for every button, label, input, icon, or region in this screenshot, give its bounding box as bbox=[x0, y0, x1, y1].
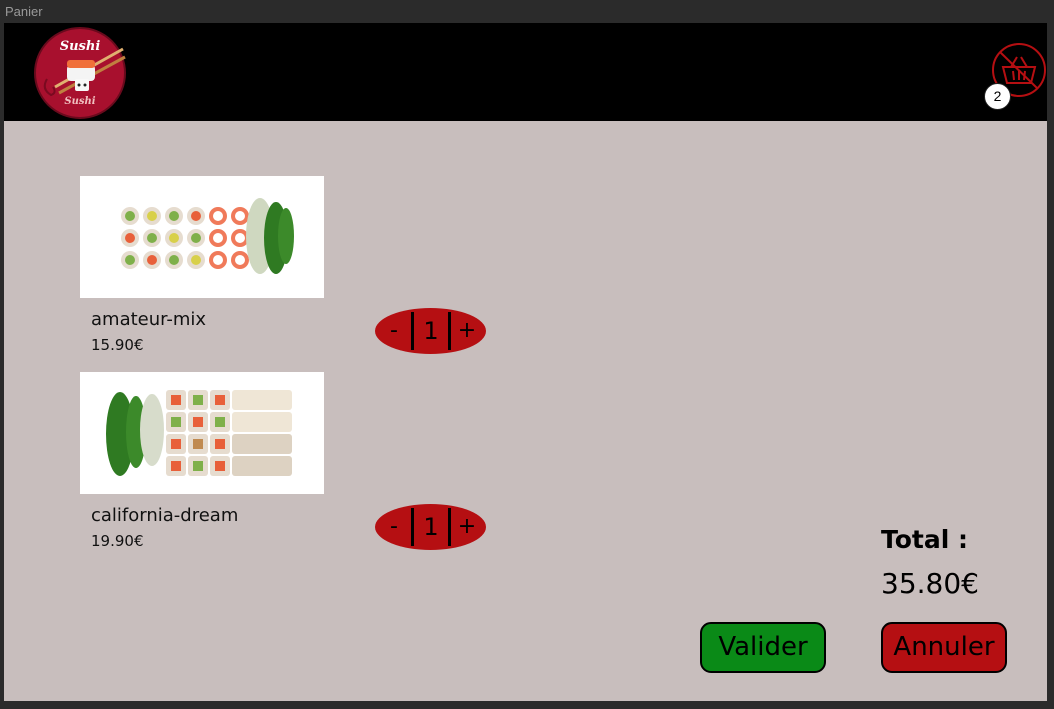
sushi-logo[interactable]: Sushi Sushi bbox=[33, 27, 127, 119]
cart-item: california-dream 19.90€ - 1 + bbox=[80, 372, 500, 562]
cart-window: Sushi Sushi 2 amateur-mix 15.90€ - 1 + c… bbox=[4, 23, 1047, 701]
quantity-stepper: - 1 + bbox=[375, 504, 486, 550]
validate-button[interactable]: Valider bbox=[700, 622, 826, 673]
quantity-value: 1 bbox=[411, 508, 451, 546]
total-label: Total : bbox=[881, 525, 968, 554]
item-price: 19.90€ bbox=[91, 532, 144, 550]
logo-title-bottom: Sushi bbox=[64, 96, 96, 107]
cancel-button[interactable]: Annuler bbox=[881, 622, 1007, 673]
item-price: 15.90€ bbox=[91, 336, 144, 354]
sushi-rolls-photo bbox=[80, 372, 324, 494]
sushi-rolls-photo bbox=[80, 176, 324, 298]
increment-button[interactable]: + bbox=[452, 510, 482, 544]
quantity-stepper: - 1 + bbox=[375, 308, 486, 354]
item-name: amateur-mix bbox=[91, 309, 207, 330]
total-value: 35.80€ bbox=[881, 567, 979, 600]
decrement-button[interactable]: - bbox=[379, 510, 409, 544]
logo-title-top: Sushi bbox=[59, 39, 101, 54]
cart-count-badge: 2 bbox=[984, 83, 1011, 110]
window-title: Panier bbox=[5, 4, 43, 19]
header-bar: Sushi Sushi 2 bbox=[4, 23, 1047, 121]
item-photo bbox=[80, 176, 324, 298]
decrement-button[interactable]: - bbox=[379, 314, 409, 348]
item-photo bbox=[80, 372, 324, 494]
item-name: california-dream bbox=[91, 505, 239, 526]
window-titlebar: Panier bbox=[0, 0, 1054, 23]
cart-item: amateur-mix 15.90€ - 1 + bbox=[80, 176, 500, 366]
increment-button[interactable]: + bbox=[452, 314, 482, 348]
quantity-value: 1 bbox=[411, 312, 451, 350]
